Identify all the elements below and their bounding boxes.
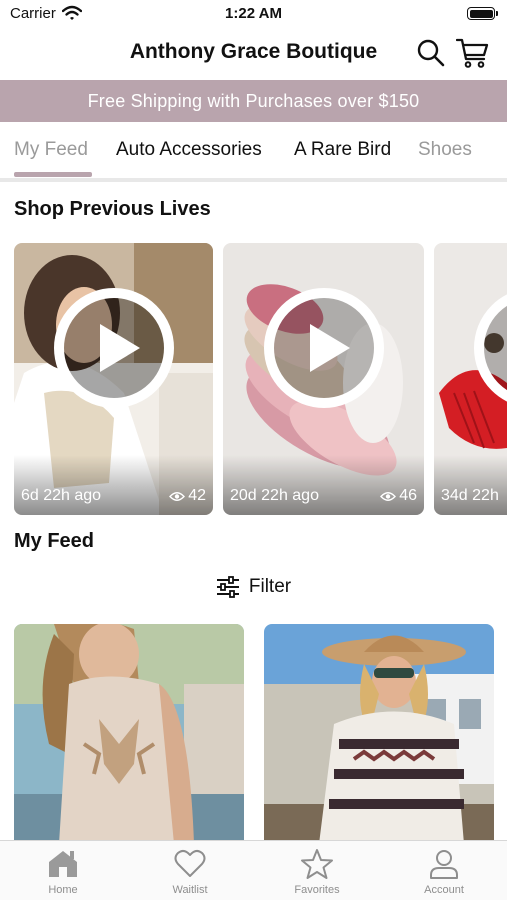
sliders-icon	[216, 576, 239, 598]
battery-icon	[467, 7, 498, 20]
app-header: Anthony Grace Boutique	[0, 28, 507, 78]
my-feed-title: My Feed	[14, 530, 95, 552]
filter-button[interactable]: Filter	[216, 576, 291, 598]
video-age: 6d 22h ago	[21, 487, 102, 504]
card-gradient	[223, 455, 424, 515]
search-icon[interactable]	[416, 38, 446, 68]
live-video-card[interactable]: 20d 22h ago 46	[223, 243, 424, 515]
status-time: 1:22 AM	[225, 5, 282, 22]
tabs-divider	[0, 178, 507, 182]
free-shipping-banner[interactable]: Free Shipping with Purchases over $150	[0, 80, 507, 122]
live-video-card[interactable]: 34d 22h	[434, 243, 507, 515]
view-count: 46	[380, 487, 417, 505]
filter-row: Filter	[0, 576, 507, 602]
card-gradient	[434, 455, 507, 515]
filter-label: Filter	[248, 576, 292, 597]
tab-bar-label: Account	[424, 884, 464, 896]
video-age: 34d 22h	[441, 487, 499, 504]
play-icon[interactable]	[472, 286, 507, 410]
tab-shoes[interactable]: Shoes	[418, 139, 472, 161]
bottom-tab-bar: Home Waitlist Favorites Account	[0, 840, 507, 900]
eye-icon	[380, 491, 397, 501]
tab-bar-label: Home	[48, 884, 78, 896]
tab-bar-favorites[interactable]: Favorites	[267, 848, 367, 896]
cart-icon[interactable]	[456, 37, 490, 69]
play-icon[interactable]	[52, 286, 176, 410]
tab-bar-label: Favorites	[294, 884, 340, 896]
active-tab-indicator	[14, 172, 92, 177]
view-count-value: 42	[188, 487, 206, 504]
tab-bar-label: Waitlist	[172, 884, 208, 896]
product-card[interactable]	[264, 624, 494, 844]
view-count-value: 46	[399, 487, 417, 504]
card-gradient	[14, 455, 213, 515]
tab-auto-accessories[interactable]: Auto Accessories	[116, 139, 262, 161]
view-count: 42	[169, 487, 206, 505]
star-icon	[301, 849, 333, 879]
heart-icon	[174, 849, 206, 877]
status-bar: Carrier 1:22 AM	[0, 0, 507, 28]
play-icon[interactable]	[262, 286, 386, 410]
video-age: 20d 22h ago	[230, 487, 319, 504]
shop-previous-lives-title: Shop Previous Lives	[14, 198, 211, 220]
eye-icon	[169, 491, 186, 501]
category-tabs: My Feed Auto Accessories A Rare Bird Sho…	[0, 122, 507, 180]
tab-my-feed[interactable]: My Feed	[14, 139, 88, 161]
tab-bar-account[interactable]: Account	[394, 848, 494, 896]
person-icon	[430, 850, 458, 879]
product-image	[264, 624, 494, 844]
tab-bar-waitlist[interactable]: Waitlist	[140, 848, 240, 896]
home-icon	[49, 851, 77, 877]
live-video-card[interactable]: 6d 22h ago 42	[14, 243, 213, 515]
product-image	[14, 624, 244, 844]
tab-a-rare-bird[interactable]: A Rare Bird	[294, 139, 391, 161]
tab-bar-home[interactable]: Home	[13, 848, 113, 896]
product-card[interactable]	[14, 624, 244, 844]
